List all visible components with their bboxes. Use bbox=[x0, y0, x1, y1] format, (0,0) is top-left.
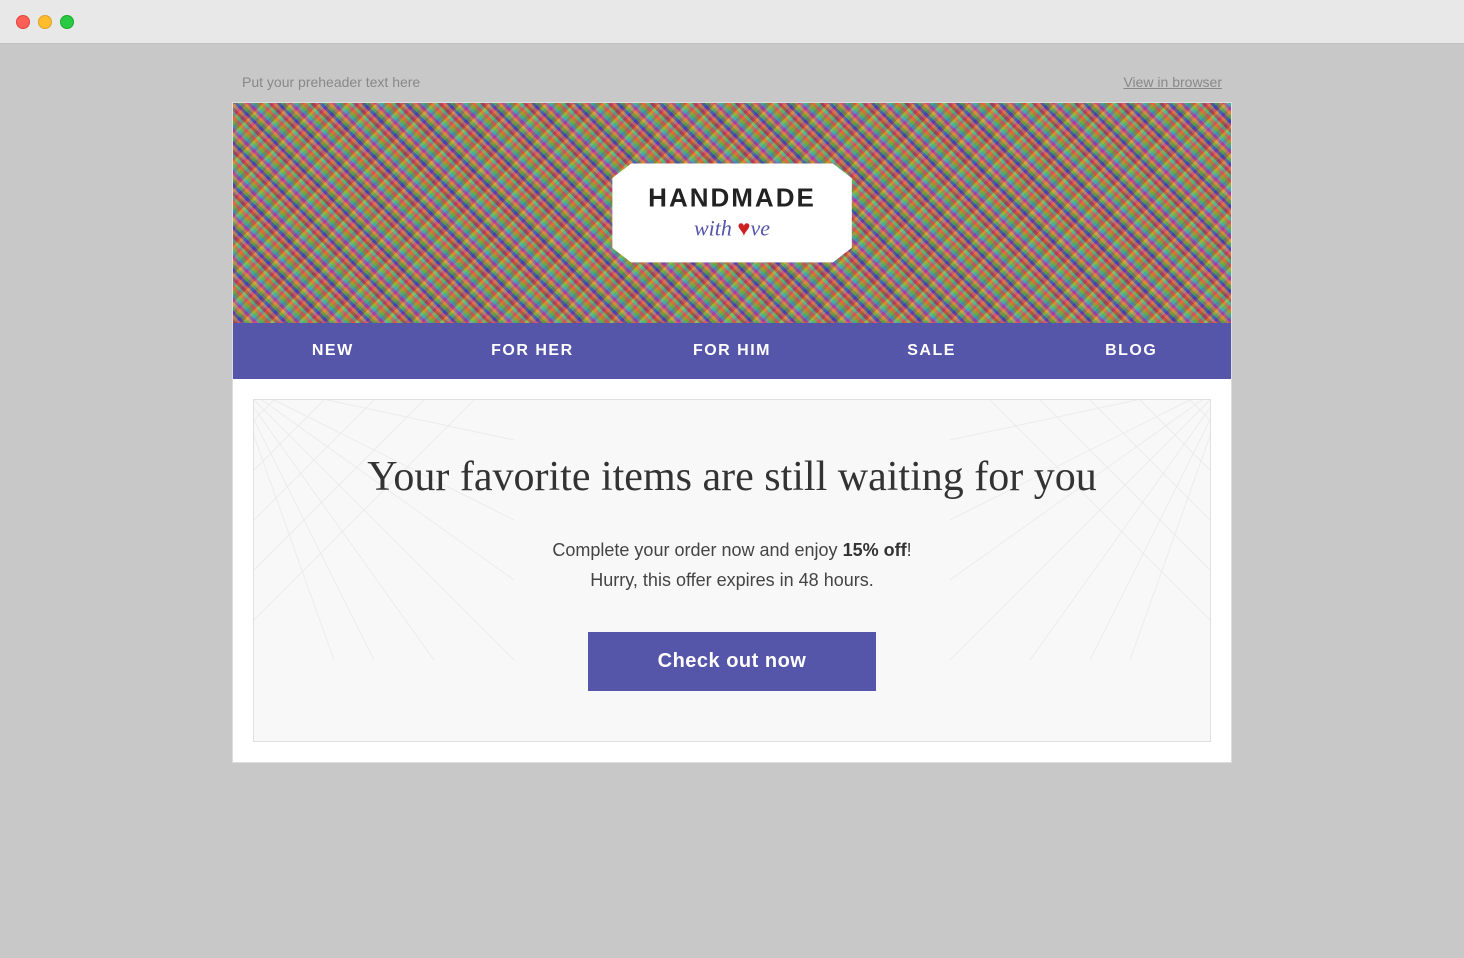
email-wrapper: HANDMADE with ♥ve NEW FOR HER FOR HIM SA… bbox=[232, 102, 1232, 763]
nav-bar: NEW FOR HER FOR HIM SALE BLOG bbox=[233, 323, 1231, 379]
email-body: Your favorite items are still waiting fo… bbox=[253, 399, 1211, 742]
logo-badge: HANDMADE with ♥ve bbox=[612, 163, 852, 262]
checkout-now-button[interactable]: Check out now bbox=[588, 632, 877, 691]
sub-text: Complete your order now and enjoy 15% of… bbox=[314, 535, 1150, 596]
logo-title: HANDMADE bbox=[648, 183, 816, 212]
email-body-content: Your favorite items are still waiting fo… bbox=[314, 450, 1150, 691]
nav-item-for-her[interactable]: FOR HER bbox=[433, 324, 633, 378]
traffic-lights bbox=[16, 15, 74, 29]
titlebar bbox=[0, 0, 1464, 44]
preheader-text: Put your preheader text here bbox=[242, 74, 420, 90]
email-header: HANDMADE with ♥ve bbox=[233, 103, 1231, 323]
content-area: Put your preheader text here View in bro… bbox=[0, 44, 1464, 958]
maximize-button[interactable] bbox=[60, 15, 74, 29]
minimize-button[interactable] bbox=[38, 15, 52, 29]
sub-text-line2: Hurry, this offer expires in 48 hours. bbox=[590, 570, 873, 590]
nav-item-blog[interactable]: BLOG bbox=[1031, 324, 1231, 378]
main-heading: Your favorite items are still waiting fo… bbox=[314, 450, 1150, 505]
logo-subtitle: with ♥ve bbox=[648, 214, 816, 243]
preheader-bar: Put your preheader text here View in bro… bbox=[232, 74, 1232, 102]
sub-text-prefix: Complete your order now and enjoy bbox=[552, 540, 842, 560]
email-outer: Put your preheader text here View in bro… bbox=[232, 74, 1232, 763]
nav-item-sale[interactable]: SALE bbox=[832, 324, 1032, 378]
nav-item-new[interactable]: NEW bbox=[233, 324, 433, 378]
view-in-browser-link[interactable]: View in browser bbox=[1123, 74, 1222, 90]
close-button[interactable] bbox=[16, 15, 30, 29]
sub-text-bold: 15% off bbox=[843, 540, 907, 560]
sub-text-suffix: ! bbox=[907, 540, 912, 560]
nav-item-for-him[interactable]: FOR HIM bbox=[632, 324, 832, 378]
